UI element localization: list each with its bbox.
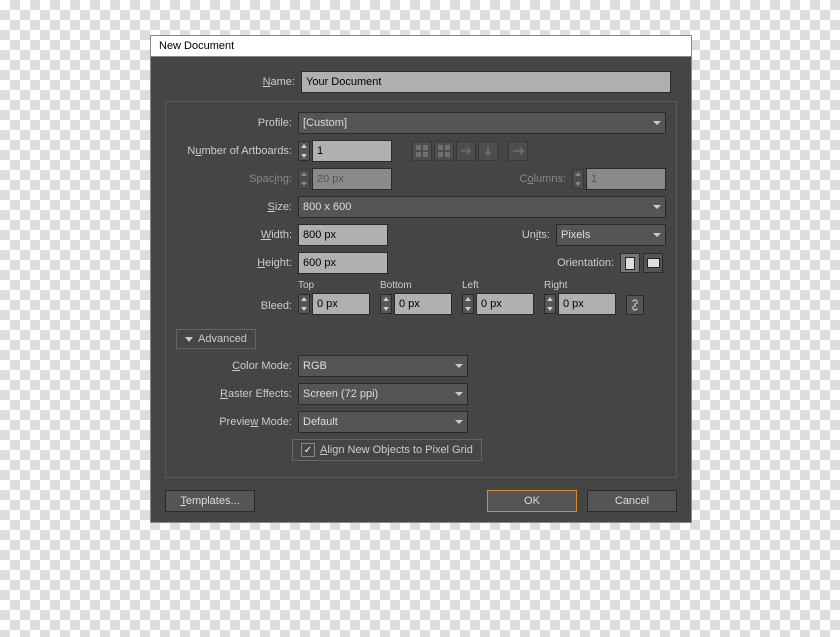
width-input[interactable] (298, 224, 388, 246)
chevron-down-icon (653, 121, 661, 125)
new-document-dialog: New Document Name: Profile: [Custom] Num… (150, 35, 692, 523)
preview-label: Preview Mode: (176, 416, 298, 428)
ok-button[interactable]: OK (487, 490, 577, 512)
bleed-right-input[interactable] (558, 293, 616, 315)
grid-by-row-icon[interactable] (412, 141, 432, 161)
orientation-portrait-icon[interactable] (620, 253, 640, 273)
chevron-down-icon (455, 420, 463, 424)
raster-dropdown[interactable]: Screen (72 ppi) (298, 383, 468, 405)
align-pixel-grid-checkbox[interactable]: ✓ Align New Objects to Pixel Grid (292, 439, 482, 461)
bleed-top-spinner[interactable] (298, 294, 310, 314)
artboards-spinner[interactable] (298, 141, 310, 161)
dialog-body: Name: Profile: [Custom] Number of Artboa… (151, 57, 691, 522)
columns-label: Columns: (506, 173, 572, 185)
width-label: Width: (176, 229, 298, 241)
window-title: New Document (159, 40, 234, 52)
bleed-top-input[interactable] (312, 293, 370, 315)
bleed-right-label: Right (544, 280, 616, 291)
profile-label: Profile: (176, 117, 298, 129)
templates-button[interactable]: Templates... (165, 490, 255, 512)
triangle-down-icon (185, 337, 193, 342)
colormode-label: Color Mode: (176, 360, 298, 372)
bleed-left-input[interactable] (476, 293, 534, 315)
name-label: Name: (165, 76, 301, 88)
orientation-label: Orientation: (539, 257, 620, 269)
artboards-label: Number of Artboards: (176, 145, 298, 157)
columns-spinner (572, 169, 584, 189)
main-group: Profile: [Custom] Number of Artboards: S… (165, 101, 677, 478)
colormode-dropdown[interactable]: RGB (298, 355, 468, 377)
artboards-input[interactable] (312, 140, 392, 162)
height-label: Height: (176, 257, 298, 269)
arrange-right2-icon[interactable] (508, 141, 528, 161)
arrange-down-icon[interactable] (478, 141, 498, 161)
chevron-down-icon (455, 392, 463, 396)
titlebar[interactable]: New Document (151, 36, 691, 57)
preview-dropdown[interactable]: Default (298, 411, 468, 433)
checkmark-icon: ✓ (301, 443, 315, 457)
link-bleed-icon[interactable] (626, 295, 644, 315)
size-label: Size: (176, 201, 298, 213)
bleed-bottom-label: Bottom (380, 280, 452, 291)
height-input[interactable] (298, 252, 388, 274)
raster-label: Raster Effects: (176, 388, 298, 400)
bleed-bottom-spinner[interactable] (380, 294, 392, 314)
profile-dropdown[interactable]: [Custom] (298, 112, 666, 134)
bleed-top-label: Top (298, 280, 370, 291)
chevron-down-icon (653, 205, 661, 209)
size-dropdown[interactable]: 800 x 600 (298, 196, 666, 218)
advanced-toggle[interactable]: Advanced (176, 329, 256, 349)
columns-input (586, 168, 666, 190)
units-label: Units: (500, 229, 556, 241)
bleed-bottom-input[interactable] (394, 293, 452, 315)
units-dropdown[interactable]: Pixels (556, 224, 666, 246)
cancel-button[interactable]: Cancel (587, 490, 677, 512)
spacing-spinner (298, 169, 310, 189)
chevron-down-icon (653, 233, 661, 237)
bleed-label: Bleed: (176, 300, 298, 315)
name-input[interactable] (301, 71, 671, 93)
orientation-landscape-icon[interactable] (643, 253, 663, 273)
bleed-left-spinner[interactable] (462, 294, 474, 314)
arrange-right-icon[interactable] (456, 141, 476, 161)
chevron-down-icon (455, 364, 463, 368)
spacing-input (312, 168, 392, 190)
bleed-right-spinner[interactable] (544, 294, 556, 314)
grid-by-column-icon[interactable] (434, 141, 454, 161)
spacing-label: Spacing: (176, 173, 298, 185)
bleed-left-label: Left (462, 280, 534, 291)
